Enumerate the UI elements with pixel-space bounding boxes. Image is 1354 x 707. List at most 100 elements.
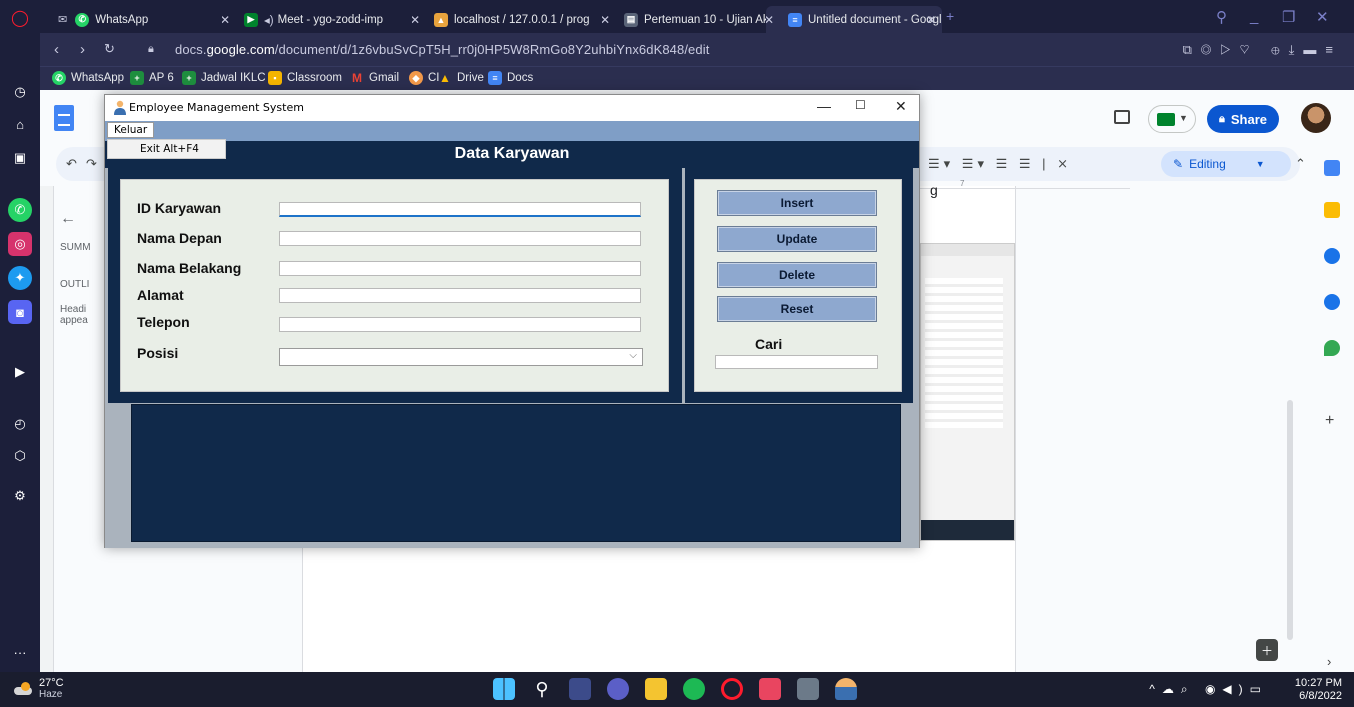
data-grid[interactable] bbox=[131, 404, 901, 542]
player-icon[interactable]: ▶ bbox=[8, 360, 32, 384]
search-tabs-icon[interactable]: ⚲ bbox=[1216, 8, 1227, 26]
avatar[interactable] bbox=[1301, 103, 1331, 133]
add-addon-icon[interactable]: + bbox=[1325, 412, 1334, 430]
tab-meet[interactable]: ✕ ▶ ◂) Meet - ygo-zodd-imp bbox=[222, 6, 410, 33]
redo-icon[interactable]: ↷ bbox=[86, 156, 97, 172]
tasks-icon[interactable] bbox=[1324, 248, 1340, 264]
inserted-screenshot-image[interactable] bbox=[920, 243, 1015, 541]
chat-icon[interactable] bbox=[607, 678, 629, 700]
contacts-icon[interactable] bbox=[1324, 294, 1340, 310]
insert-button[interactable]: Insert bbox=[717, 190, 877, 216]
back-icon[interactable]: ‹ bbox=[54, 41, 59, 58]
tab-emoji-icon-placeholder[interactable]: ✉ ✆ WhatsApp bbox=[50, 6, 170, 33]
tab-bar: ✉ ✆ WhatsApp ✕ ▶ ◂) Meet - ygo-zodd-imp … bbox=[40, 0, 1354, 33]
close-window-icon[interactable]: ✕ bbox=[1316, 8, 1329, 26]
window-titlebar[interactable]: Employee Management System — ☐ ✕ bbox=[105, 95, 919, 121]
settings-icon[interactable]: ⚙ bbox=[8, 484, 32, 508]
button-panel: Insert Update Delete Reset Cari bbox=[685, 168, 913, 403]
history-icon[interactable]: ◴ bbox=[8, 412, 32, 436]
menu-keluar[interactable]: Keluar bbox=[107, 122, 155, 138]
menu-item-exit[interactable]: Exit Alt+F4 bbox=[140, 143, 199, 155]
bookmark-ci[interactable]: ◆ CI bbox=[409, 71, 440, 85]
comment-icon[interactable] bbox=[1114, 110, 1130, 124]
weather-widget[interactable]: 27°C Haze bbox=[14, 677, 64, 701]
form-panel: ID Karyawan Nama Depan Nama Belakang Ala… bbox=[108, 168, 682, 403]
reset-button[interactable]: Reset bbox=[717, 296, 877, 322]
close-icon[interactable]: ✕ bbox=[766, 13, 774, 27]
opera-logo-icon[interactable]: ◯ bbox=[8, 6, 32, 30]
meet-button[interactable]: ▼ bbox=[1148, 105, 1196, 133]
reload-icon[interactable]: ↻ bbox=[104, 41, 115, 57]
scrollbar[interactable] bbox=[1287, 400, 1293, 640]
collapse-icon[interactable]: ⌃ bbox=[1295, 156, 1306, 172]
close-icon[interactable]: ✕ bbox=[602, 13, 610, 27]
undo-icon[interactable]: ↶ bbox=[66, 156, 77, 172]
search-input[interactable] bbox=[715, 355, 878, 369]
twitter-icon[interactable]: ✦ bbox=[8, 266, 32, 290]
label-id-karyawan: ID Karyawan bbox=[137, 200, 222, 216]
explore-button[interactable]: ＋ bbox=[1256, 639, 1278, 661]
nama-belakang-input[interactable] bbox=[279, 261, 641, 276]
nama-depan-input[interactable] bbox=[279, 231, 641, 246]
maximize-icon[interactable]: ❐ bbox=[1282, 8, 1295, 26]
outline-hint: Headi bbox=[60, 304, 87, 315]
close-icon[interactable]: ✕ bbox=[895, 98, 907, 115]
speed-dial-icon[interactable]: ◷ bbox=[8, 80, 32, 104]
tab-docs[interactable]: ✕ ≡ Untitled document - Googl ✕ bbox=[766, 6, 942, 33]
bookmark-classroom[interactable]: ▪ Classroom bbox=[268, 71, 342, 85]
posisi-select[interactable]: ⌵ bbox=[279, 348, 643, 366]
clock[interactable]: 10:27 PM 6/8/2022 bbox=[1295, 677, 1342, 703]
close-icon[interactable]: ✕ bbox=[222, 13, 230, 27]
opera-icon[interactable] bbox=[721, 678, 743, 700]
id-karyawan-input[interactable] bbox=[279, 202, 641, 217]
spotify-icon[interactable] bbox=[683, 678, 705, 700]
calendar-icon[interactable] bbox=[1324, 160, 1340, 176]
bookmark-docs[interactable]: ≡ Docs bbox=[488, 71, 533, 85]
forward-icon[interactable]: › bbox=[80, 41, 85, 58]
address-bar-tools[interactable]: ⧉◎▷♡ ⊕⤓▬≡ bbox=[1183, 42, 1342, 58]
task-view-icon[interactable] bbox=[569, 678, 591, 700]
update-button[interactable]: Update bbox=[717, 226, 877, 252]
box-icon[interactable]: ⬡ bbox=[8, 444, 32, 468]
maps-icon[interactable] bbox=[1324, 340, 1340, 356]
search-icon[interactable]: ⚲ bbox=[531, 678, 553, 700]
instagram-icon[interactable]: ◎ bbox=[8, 232, 32, 256]
bookmark-gmail[interactable]: M Gmail bbox=[350, 71, 399, 85]
share-button[interactable]: 🔒︎ Share bbox=[1207, 105, 1279, 133]
start-icon[interactable] bbox=[493, 678, 515, 700]
tab-localhost[interactable]: ✕ ▲ localhost / 127.0.0.1 / prog bbox=[412, 6, 600, 33]
xampp-icon[interactable] bbox=[759, 678, 781, 700]
file-explorer-icon[interactable] bbox=[645, 678, 667, 700]
list-format-icons[interactable]: ☰▾ ☰▾ ☰ ☰ | ⨯ bbox=[928, 156, 1072, 172]
system-tray-icons[interactable]: ^☁⌕ ◉◀)▭ bbox=[1149, 682, 1268, 697]
close-icon[interactable]: ✕ bbox=[412, 13, 420, 27]
bookmark-jadwal[interactable]: + Jadwal IKLC bbox=[182, 71, 266, 85]
chevron-right-icon[interactable]: › bbox=[1327, 654, 1331, 669]
whatsapp-icon[interactable]: ✆ bbox=[8, 198, 32, 222]
new-tab-icon[interactable]: + bbox=[946, 8, 954, 24]
tab-pertemuan[interactable]: ✕ ▤ Pertemuan 10 - Ujian Akhir bbox=[602, 6, 792, 33]
telepon-input[interactable] bbox=[279, 317, 641, 332]
minimize-icon[interactable]: — bbox=[817, 98, 831, 114]
close-icon[interactable]: ✕ bbox=[926, 13, 936, 27]
bookmark-drive[interactable]: ▲ Drive bbox=[438, 71, 484, 85]
clock-date: 6/8/2022 bbox=[1299, 690, 1342, 702]
outline-back-icon[interactable]: ← bbox=[60, 210, 91, 228]
delete-button[interactable]: Delete bbox=[717, 262, 877, 288]
more-icon[interactable]: ··· bbox=[8, 640, 32, 664]
keep-icon[interactable] bbox=[1324, 202, 1340, 218]
minimize-icon[interactable]: _ bbox=[1250, 8, 1258, 25]
horizontal-ruler: 7 bbox=[920, 179, 1130, 189]
sql-developer-icon[interactable] bbox=[797, 678, 819, 700]
alamat-input[interactable] bbox=[279, 288, 641, 303]
bookmark-ap6[interactable]: + AP 6 bbox=[130, 71, 174, 85]
editing-mode-dropdown[interactable]: ✎ Editing ▼ bbox=[1161, 151, 1291, 177]
messenger-icon[interactable]: ▣ bbox=[8, 146, 32, 170]
bag-icon[interactable]: ⌂ bbox=[8, 112, 32, 136]
docs-logo-icon[interactable] bbox=[54, 105, 74, 131]
maximize-icon[interactable]: ☐ bbox=[855, 98, 866, 112]
discord-icon[interactable]: ◙ bbox=[8, 300, 32, 324]
bookmark-whatsapp[interactable]: ✆ WhatsApp bbox=[52, 71, 124, 85]
url-field[interactable]: docs.google.com/document/d/1z6vbuSvCpT5H… bbox=[175, 42, 709, 57]
employee-app-icon[interactable] bbox=[835, 678, 857, 700]
